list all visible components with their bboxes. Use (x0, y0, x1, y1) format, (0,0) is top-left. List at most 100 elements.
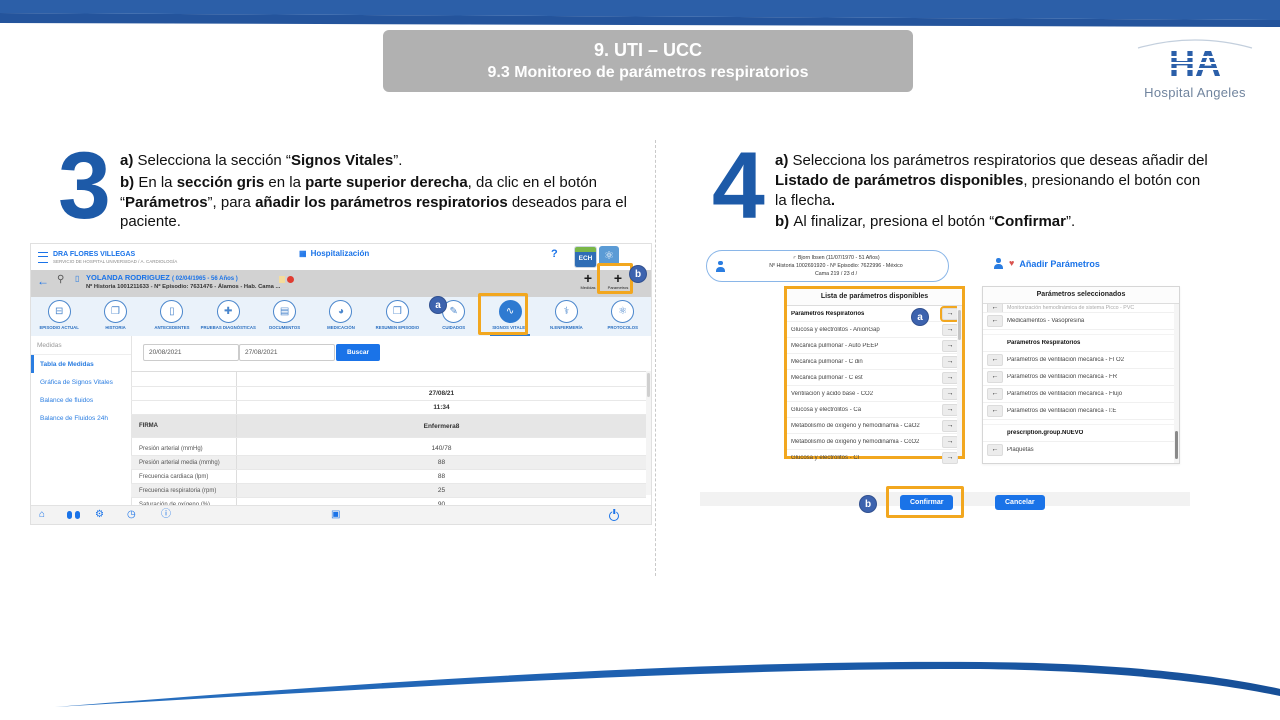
doctor-name: DRA FLORES VILLEGAS (53, 250, 177, 259)
confirmar-button[interactable]: Confirmar (900, 495, 953, 510)
available-param-row: Glucosa y electrólitos - Ca → (787, 402, 962, 418)
historia-icon: ❐ (104, 300, 127, 323)
available-param-row: Glucosa y electrólitos - AnionGap → (787, 322, 962, 338)
cancelar-button[interactable]: Cancelar (995, 495, 1045, 510)
hospital-building-icon: ▦ (299, 249, 307, 258)
move-left-button[interactable]: ← (987, 371, 1003, 383)
ehr-vitals-screenshot: DRA FLORES VILLEGAS SERVICIO DE HOSPITAL… (30, 243, 652, 525)
menu-icon[interactable] (38, 252, 48, 263)
plus-icon: + (604, 272, 632, 285)
move-right-button[interactable]: → (942, 324, 958, 336)
move-left-button[interactable]: ← (987, 304, 1003, 313)
date-to-input[interactable] (239, 344, 335, 361)
power-icon[interactable] (609, 511, 619, 521)
settings-gear-icon[interactable]: ⚙ (95, 509, 104, 521)
measures-sidebar: Medidas Tabla de Medidas Gráfica de Sign… (31, 336, 132, 506)
home-icon[interactable]: ⌂ (39, 509, 45, 521)
move-left-button[interactable]: ← (987, 405, 1003, 417)
available-group-row: Parámetros Respiratorios → (787, 306, 962, 322)
dialog-title: ♥ Añadir Parámetros (993, 258, 1100, 269)
annotation-a-step3: a (430, 297, 446, 313)
enfermeria-icon: ⚕ (555, 300, 578, 323)
help-button[interactable]: ? (551, 248, 558, 260)
move-left-button[interactable]: ← (987, 444, 1003, 456)
nav-historia[interactable]: ❐ HISTORIA (87, 297, 143, 336)
move-right-button[interactable]: → (942, 308, 958, 320)
binoculars-icon[interactable] (67, 511, 80, 519)
annotation-a-step4: a (912, 309, 928, 325)
lamp-icon[interactable]: ⚲ (57, 274, 64, 285)
available-scrollbar[interactable] (957, 306, 962, 456)
move-right-button[interactable]: → (942, 372, 958, 384)
move-right-button[interactable]: → (942, 356, 958, 368)
selected-param-row-clipped: ← Monitorización hemodinámica de sistema… (983, 304, 1179, 313)
sidebar-item-tabla-de-medidas[interactable]: Tabla de Medidas (31, 355, 131, 373)
move-right-button[interactable]: → (942, 340, 958, 352)
info-icon[interactable]: ⓘ (161, 509, 171, 521)
buscar-button[interactable]: Buscar (336, 344, 380, 361)
move-right-button[interactable]: → (942, 388, 958, 400)
documentos-icon: ▤ (273, 300, 296, 323)
table-row: Frecuencia cardiaca (lpm) 88 (131, 470, 646, 484)
antecedentes-icon: ▯ (160, 300, 183, 323)
step3-number: 3 (58, 146, 111, 227)
step4-instruction-b: b) Al finalizar, presiona el botón “Conf… (775, 212, 1213, 232)
sidebar-header: Medidas (31, 336, 131, 355)
section-divider (655, 140, 656, 576)
nav-medicacion[interactable]: ◕ MEDICACIÓN (313, 297, 369, 336)
move-left-button[interactable]: ← (987, 388, 1003, 400)
step3-instruction-b: b) En la sección gris en la parte superi… (120, 173, 638, 232)
move-right-button[interactable]: → (942, 436, 958, 448)
sidebar-item-balance-fluidos-24h[interactable]: Balance de Fluidos 24h (31, 409, 131, 427)
heart-icon: ♥ (1009, 259, 1014, 268)
nav-signos-vitales[interactable]: ∿ SIGNOS VITALES (482, 297, 538, 336)
archive-icon[interactable]: ▣ (331, 509, 340, 521)
person-icon (715, 261, 726, 272)
date-from-input[interactable] (143, 344, 239, 361)
annotation-b-step3: b (630, 266, 646, 282)
nav-resumen-episodio[interactable]: ❒ RESUMEN EPISODIO (369, 297, 425, 336)
selected-param-row: ← Parámetros de ventilación mecánica - I… (983, 403, 1179, 420)
table-scrollbar[interactable] (646, 371, 651, 495)
table-row-date: 27/08/21 (131, 387, 646, 401)
nav-protocolos[interactable]: ⚛ PROTOCOLOS (595, 297, 651, 336)
available-param-row: Metabolismo de oxígeno y hemodinamia - C… (787, 434, 962, 450)
nav-documentos[interactable]: ▤ DOCUMENTOS (256, 297, 312, 336)
move-right-button[interactable]: → (942, 404, 958, 416)
add-parametros-button[interactable]: + Parametros (604, 272, 632, 290)
back-arrow-icon[interactable]: ← (37, 274, 49, 288)
move-left-button[interactable]: ← (987, 315, 1003, 327)
selected-param-row: ← Parámetros de ventilación mecánica - F… (983, 369, 1179, 386)
available-param-row: Metabolismo de oxígeno y hemodinamia - C… (787, 418, 962, 434)
signos-vitales-icon: ∿ (499, 300, 522, 323)
available-param-row: Mecánica pulmonar - C din → (787, 354, 962, 370)
nav-pruebas-diagnosticas[interactable]: ✚ PRUEBAS DIAGNÓSTICAS (200, 297, 256, 336)
step3-instructions: a) Selecciona la sección “Signos Vitales… (120, 151, 638, 234)
available-param-row: Mecánica pulmonar - Auto PEEP → (787, 338, 962, 354)
annotation-b-step4: b (860, 496, 876, 512)
table-row: Frecuencia respiratoria (rpm) 25 (131, 484, 646, 498)
person-icon (993, 258, 1004, 269)
vitals-table: 27/08/21 11:34 FIRMA Enfermera8 Presión … (131, 371, 646, 512)
episodio-actual-icon: ⊟ (48, 300, 71, 323)
nav-episodio-actual[interactable]: ⊟ EPISODIO ACTUAL (31, 297, 87, 336)
top-blue-band (0, 0, 1280, 30)
move-right-button[interactable]: → (942, 452, 958, 464)
training-slide: 9. UTI – UCC 9.3 Monitoreo de parámetros… (0, 0, 1280, 720)
plus-icon: + (574, 272, 602, 285)
patient-name: YOLANDA RODRIGUEZ ( 02/04/1965 - 56 Años… (86, 273, 238, 282)
hospital-angeles-logo-text: Hospital Angeles (1130, 85, 1260, 100)
selected-param-row: ← Parámetros de ventilación mecánica - F… (983, 352, 1179, 369)
available-param-row: Glucosa y electrólitos - Cl → (787, 450, 962, 465)
nav-enfermeria[interactable]: ⚕ N.ENFERMERÍA (538, 297, 594, 336)
sidebar-item-grafica-signos-vitales[interactable]: Gráfica de Signos Vitales (31, 373, 131, 391)
pruebas-diagnosticas-icon: ✚ (217, 300, 240, 323)
selected-scrollbar[interactable] (1174, 304, 1179, 463)
add-medidas-button[interactable]: + Medidas (574, 272, 602, 290)
move-left-button[interactable]: ← (987, 354, 1003, 366)
clock-icon[interactable]: ◷ (127, 509, 136, 521)
selected-group-row: Parámetros Respiratorios (983, 335, 1179, 352)
nav-antecedentes[interactable]: ▯ ANTECEDENTES (144, 297, 200, 336)
sidebar-item-balance-fluidos[interactable]: Balance de fluidos (31, 391, 131, 409)
move-right-button[interactable]: → (942, 420, 958, 432)
